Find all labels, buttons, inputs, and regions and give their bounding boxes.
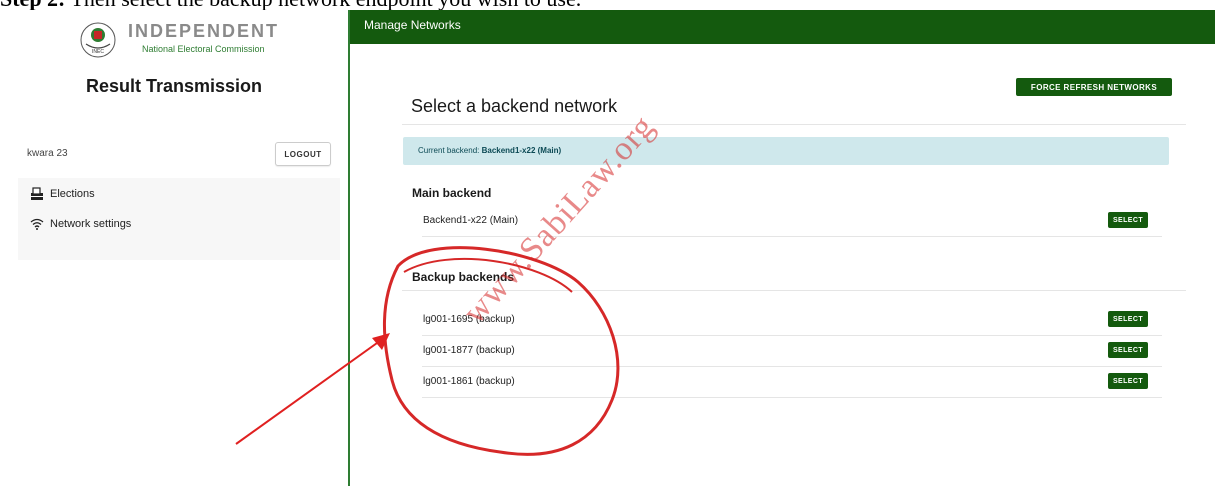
ballot-box-icon bbox=[31, 187, 43, 200]
select-button[interactable]: SELECT bbox=[1108, 311, 1148, 327]
step-caption: Step 2: Then select the backup network e… bbox=[0, 0, 1215, 11]
svg-text:INEC: INEC bbox=[92, 49, 104, 55]
backend-row: Backend1-x22 (Main) SELECT bbox=[402, 207, 1162, 237]
inec-logo: INEC INDEPENDENT National Electoral Comm… bbox=[80, 18, 300, 58]
select-button[interactable]: SELECT bbox=[1108, 212, 1148, 228]
select-button[interactable]: SELECT bbox=[1108, 373, 1148, 389]
main-backend-heading: Main backend bbox=[412, 186, 492, 200]
username: kwara 23 bbox=[27, 148, 68, 159]
current-backend-value: Backend1-x22 (Main) bbox=[481, 146, 562, 155]
current-backend-alert: Current backend: Backend1-x22 (Main) bbox=[403, 137, 1169, 165]
backend-row: lg001-1861 (backup) SELECT bbox=[402, 368, 1162, 398]
annotation-arrow-head bbox=[372, 333, 390, 350]
user-row: kwara 23 LOGOUT bbox=[0, 142, 348, 172]
logo-title: INDEPENDENT bbox=[128, 21, 280, 41]
divider bbox=[402, 124, 1186, 125]
wifi-icon bbox=[30, 218, 44, 230]
backend-row: lg001-1877 (backup) SELECT bbox=[402, 337, 1162, 367]
backend-name: Backend1-x22 (Main) bbox=[423, 215, 519, 226]
sidebar-item-network-settings[interactable]: Network settings bbox=[30, 214, 131, 234]
logo-subtitle: National Electoral Commission bbox=[142, 44, 265, 54]
row-divider bbox=[422, 335, 1162, 336]
app-header: Manage Networks bbox=[350, 10, 1215, 44]
sidebar-item-elections[interactable]: Elections bbox=[30, 184, 95, 204]
inec-seal-icon: INEC bbox=[80, 22, 116, 58]
select-button[interactable]: SELECT bbox=[1108, 342, 1148, 358]
row-divider bbox=[422, 366, 1162, 367]
row-divider bbox=[422, 397, 1162, 398]
sidebar-item-label: Network settings bbox=[50, 218, 132, 230]
app-title: Result Transmission bbox=[85, 76, 263, 96]
sidebar: INEC INDEPENDENT National Electoral Comm… bbox=[0, 10, 348, 486]
current-backend-text: Current backend: Backend1-x22 (Main) bbox=[418, 146, 561, 155]
backend-row: lg001-1695 (backup) SELECT bbox=[402, 306, 1162, 336]
logout-button[interactable]: LOGOUT bbox=[275, 142, 331, 166]
backend-name: lg001-1861 (backup) bbox=[423, 376, 515, 387]
current-backend-prefix: Current backend: bbox=[418, 146, 482, 155]
panel-divider bbox=[348, 10, 350, 486]
header-title: Manage Networks bbox=[364, 18, 461, 32]
page-title: Select a backend network bbox=[411, 96, 618, 116]
sidebar-item-label: Elections bbox=[50, 188, 95, 200]
sidebar-nav: Elections Network settings bbox=[18, 178, 340, 260]
backend-name: lg001-1877 (backup) bbox=[423, 345, 515, 356]
force-refresh-button[interactable]: FORCE REFRESH NETWORKS bbox=[1016, 78, 1172, 96]
